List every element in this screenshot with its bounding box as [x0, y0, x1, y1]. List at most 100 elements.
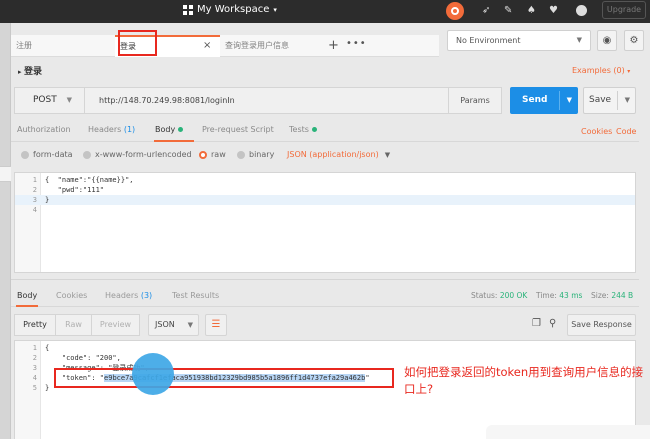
code-text: }: [45, 384, 50, 392]
code-text: { "name":"{{name}}",: [45, 176, 134, 184]
save-button[interactable]: Save ▼: [583, 87, 636, 114]
more-tabs-icon[interactable]: •••: [346, 38, 367, 49]
code-link[interactable]: Code: [616, 127, 636, 136]
content-type-select[interactable]: JSON (application/json) ▼: [287, 150, 390, 159]
radio-icon: [83, 150, 91, 159]
pane-divider[interactable]: [11, 279, 639, 280]
eye-icon: ◉: [602, 35, 612, 46]
radio-raw[interactable]: raw: [199, 150, 226, 159]
chevron-down-icon[interactable]: ▼: [567, 87, 572, 114]
corner-overlay: [486, 425, 650, 439]
send-button[interactable]: Send ▼: [510, 87, 578, 114]
status-value: 200 OK: [499, 291, 528, 300]
search-icon[interactable]: ⚲: [549, 318, 556, 329]
tab-register[interactable]: 注册: [11, 35, 115, 57]
manage-environments-button[interactable]: ⚙: [624, 30, 644, 51]
code-line: 1{: [15, 343, 635, 353]
time-value: 43 ms: [559, 291, 583, 300]
params-button[interactable]: Params: [449, 87, 502, 114]
tab-authorization[interactable]: Authorization: [17, 125, 71, 134]
method-select[interactable]: POST ▼: [14, 87, 84, 114]
close-icon[interactable]: ×: [203, 40, 211, 51]
body-type-selector: form-data x-www-form-urlencoded raw bina…: [11, 146, 639, 166]
radio-selected-icon: [199, 150, 207, 159]
radio-binary[interactable]: binary: [237, 150, 274, 159]
upgrade-button[interactable]: Upgrade: [602, 1, 646, 19]
workspace-switcher[interactable]: My Workspace ▾: [183, 4, 277, 15]
tab-label: 注册: [16, 41, 32, 50]
format-raw[interactable]: Raw: [56, 314, 92, 336]
save-label: Save: [589, 95, 612, 105]
tab-label: Body: [155, 125, 176, 134]
radio-form-data[interactable]: form-data: [21, 150, 73, 159]
environment-quick-look-button[interactable]: ◉: [597, 30, 617, 51]
active-tab-underline: [16, 305, 38, 307]
code-text: "pwd":"111": [45, 186, 105, 194]
code-line: 4: [15, 205, 635, 215]
request-name-text: 登录: [23, 67, 42, 77]
tab-pre-request-script[interactable]: Pre-request Script: [202, 125, 274, 134]
add-tab-icon[interactable]: +: [328, 38, 339, 53]
request-body-editor[interactable]: 1 { "name":"{{name}}", 2 "pwd":"111" 3} 4: [14, 172, 636, 273]
active-tab-underline: [154, 140, 194, 142]
copy-icon[interactable]: ❐: [532, 318, 541, 329]
tab-response-headers[interactable]: Headers (3): [105, 291, 152, 300]
account-icon[interactable]: [576, 5, 587, 16]
interceptor-icon[interactable]: ➶: [482, 5, 494, 17]
tab-label: Pre-request Script: [202, 125, 274, 134]
response-language-select[interactable]: JSON ▼: [148, 314, 199, 336]
url-input[interactable]: http://148.70.249.98:8081/loginIn: [84, 87, 449, 114]
chevron-down-icon: ▼: [384, 151, 391, 159]
workspace-title: My Workspace: [197, 4, 270, 15]
tab-test-results[interactable]: Test Results: [172, 291, 219, 300]
sidebar-collapsed: [0, 23, 11, 439]
chevron-down-icon[interactable]: ▼: [625, 88, 630, 113]
heart-icon[interactable]: ♥: [549, 5, 561, 17]
tab-body[interactable]: Body: [155, 125, 184, 134]
examples-label: Examples (0): [572, 66, 625, 75]
format-preview[interactable]: Preview: [92, 314, 140, 336]
sync-status-icon[interactable]: [446, 2, 464, 20]
request-name[interactable]: ▸ 登录: [18, 64, 42, 77]
tab-label: Cookies: [56, 291, 88, 300]
tab-label: Headers: [105, 291, 139, 300]
code-line: 1 { "name":"{{name}}",: [15, 175, 635, 185]
tab-label: Body: [17, 291, 38, 300]
settings-wrench-icon[interactable]: ✎: [504, 5, 516, 17]
notifications-bell-icon[interactable]: ♠: [527, 5, 539, 17]
radio-label: binary: [249, 150, 275, 159]
radio-x-www-form-urlencoded[interactable]: x-www-form-urlencoded: [83, 150, 192, 159]
request-tab-bar: 注册 登录 × 查询登录用户信息 + •••: [11, 35, 439, 57]
tab-label: Tests: [289, 125, 309, 134]
radio-label: form-data: [33, 150, 73, 159]
radio-label: x-www-form-urlencoded: [95, 150, 192, 159]
time-label: Time:: [536, 291, 557, 300]
radio-icon: [237, 150, 245, 159]
tab-response-cookies[interactable]: Cookies: [56, 291, 87, 300]
code-line: 2 "code": "200",: [15, 353, 635, 363]
cursor-highlight: [132, 353, 174, 395]
tab-query-user-info[interactable]: 查询登录用户信息: [220, 35, 318, 57]
tests-set-indicator: [311, 127, 317, 132]
environment-select[interactable]: No Environment ▼: [447, 30, 591, 51]
save-response-button[interactable]: Save Response: [567, 314, 636, 336]
tab-tests[interactable]: Tests: [289, 125, 317, 134]
wrap-lines-button[interactable]: ☰: [205, 314, 227, 336]
format-pretty[interactable]: Pretty: [14, 314, 56, 336]
response-tabs: Body Cookies Headers (3) Test Results St…: [11, 287, 639, 307]
chevron-down-icon: ▾: [273, 5, 277, 14]
tab-headers[interactable]: Headers (1): [88, 125, 135, 134]
cookies-link[interactable]: Cookies: [581, 127, 612, 136]
radio-icon: [21, 150, 29, 159]
response-size: Size: 244 B: [591, 291, 633, 300]
headers-count: (3): [140, 291, 153, 300]
line-number: 3: [32, 196, 37, 204]
response-time: Time: 43 ms: [536, 291, 582, 300]
line-number: 2: [32, 354, 37, 362]
body-set-indicator: [178, 127, 184, 132]
tab-response-body[interactable]: Body: [17, 291, 37, 300]
workspace-grid-icon: [183, 4, 193, 15]
examples-dropdown[interactable]: Examples (0) ▾: [572, 66, 630, 75]
content-type-value: JSON (application/json): [287, 150, 379, 159]
sidebar-toggle[interactable]: [0, 166, 11, 182]
